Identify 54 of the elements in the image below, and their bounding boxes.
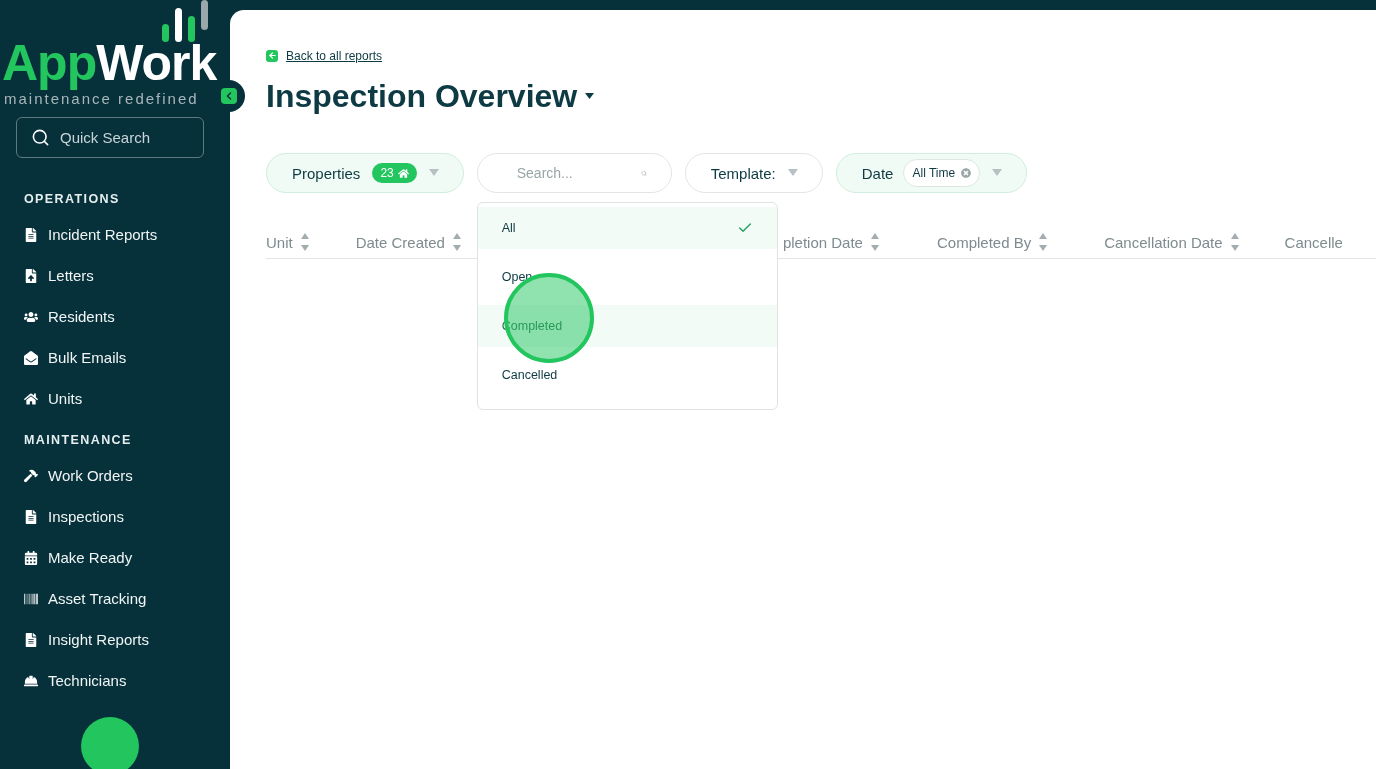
sidebar-item[interactable]: Units	[0, 378, 230, 419]
logo-text: Work	[96, 38, 217, 88]
document-icon	[24, 509, 38, 524]
sidebar-item[interactable]: Letters	[0, 255, 230, 296]
caret-icon	[992, 169, 1003, 177]
caret-icon[interactable]	[585, 93, 595, 100]
column-header[interactable]: Completed By	[936, 233, 1048, 251]
column-header[interactable]: Cancelle	[1284, 233, 1343, 251]
logo-tagline: maintenance redefined	[3, 90, 199, 107]
upload-icon	[24, 268, 38, 283]
caret-icon	[787, 169, 798, 177]
sidebar-item[interactable]: Inspections	[0, 496, 230, 537]
page-title: Inspection Overview	[266, 78, 578, 115]
column-header[interactable]: Cancellation Date	[1104, 233, 1239, 251]
sidebar-item[interactable]: Make Ready	[0, 537, 230, 578]
sidebar-item[interactable]: Incident Reports	[0, 214, 230, 255]
barcode-icon	[24, 591, 38, 606]
properties-filter[interactable]: Properties 23	[266, 153, 464, 193]
back-link[interactable]: Back to all reports	[266, 48, 383, 63]
caret-icon	[428, 169, 439, 177]
sidebar-item[interactable]: Technicians	[0, 660, 230, 701]
sidebar-item[interactable]: Asset Tracking	[0, 578, 230, 619]
sidebar-item[interactable]: Work Orders	[0, 455, 230, 496]
search-icon	[31, 128, 50, 147]
tools-icon	[24, 468, 38, 483]
round-button[interactable]	[81, 717, 139, 769]
sidebar-item[interactable]: Bulk Emails	[0, 337, 230, 378]
count-badge: 23	[372, 163, 417, 183]
dropdown-option[interactable]: All	[477, 207, 777, 249]
home-icon	[397, 167, 409, 179]
search-field[interactable]: Search...	[476, 153, 672, 193]
search-placeholder: Quick Search	[60, 129, 151, 146]
document-icon	[24, 632, 38, 647]
column-header[interactable]: Date Created	[355, 233, 461, 251]
document-icon	[24, 227, 38, 242]
column-header[interactable]: pletion Date	[782, 233, 879, 251]
sidebar-item[interactable]: Residents	[0, 296, 230, 337]
quick-search-field[interactable]: Quick Search	[16, 117, 204, 158]
search-input[interactable]: Search...	[514, 164, 629, 182]
calendar-icon	[24, 550, 38, 565]
template-filter[interactable]: Template:	[684, 153, 823, 193]
section-title: MAINTENANCE	[24, 433, 133, 447]
home-icon	[24, 391, 38, 406]
sidebar-item[interactable]: Insight Reports	[0, 619, 230, 660]
people-icon	[24, 309, 38, 324]
date-pill[interactable]: All Time	[903, 159, 981, 187]
date-filter[interactable]: Date All Time	[835, 153, 1028, 193]
dropdown-option[interactable]: Cancelled	[477, 354, 777, 396]
column-header[interactable]: Unit	[266, 233, 309, 251]
logo-text: App	[2, 38, 97, 88]
section-title: OPERATIONS	[24, 192, 121, 206]
clear-icon	[961, 168, 972, 178]
helmet-icon	[24, 673, 38, 688]
mail-icon	[24, 350, 38, 365]
